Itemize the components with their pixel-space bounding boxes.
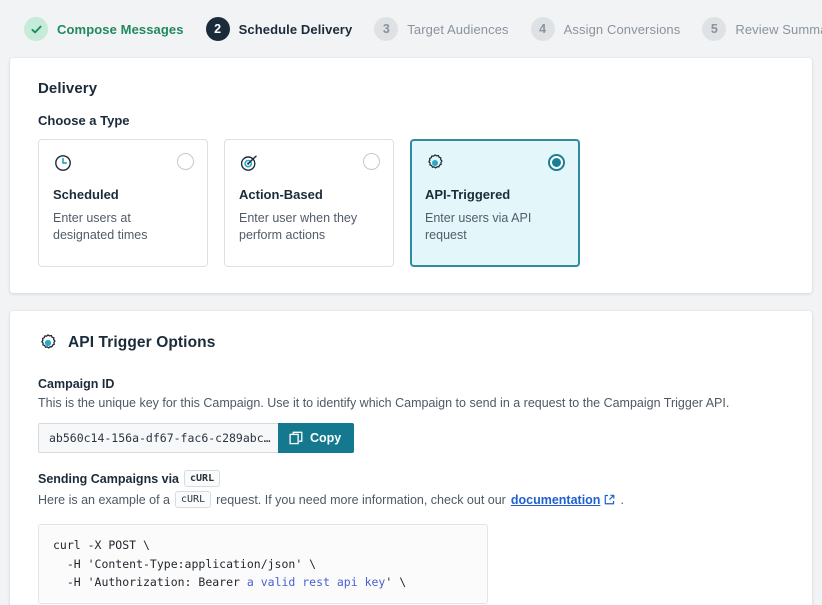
clock-icon <box>53 153 73 173</box>
campaign-id-label: Campaign ID <box>38 377 784 391</box>
type-name-api-triggered: API-Triggered <box>425 187 565 202</box>
step-label-assign-conversions: Assign Conversions <box>564 22 681 37</box>
example-suffix-text: . <box>620 493 623 507</box>
external-link-icon <box>604 494 615 505</box>
step-label-target-audiences: Target Audiences <box>407 22 508 37</box>
example-middle-text: request. If you need more information, c… <box>216 493 506 507</box>
curl-example-description: Here is an example of a cURL request. If… <box>38 491 784 508</box>
type-name-action-based: Action-Based <box>239 187 379 202</box>
code-line-3-suffix: ' \ <box>385 575 406 589</box>
curl-pill-inline: cURL <box>175 491 211 508</box>
sending-campaigns-heading: Sending Campaigns via cURL <box>38 470 784 487</box>
step-1-check-icon <box>24 17 48 41</box>
step-assign-conversions[interactable]: 4 Assign Conversions <box>521 17 693 41</box>
delivery-type-options: Scheduled Enter users at designated time… <box>38 139 784 267</box>
documentation-link[interactable]: documentation <box>511 493 616 507</box>
step-2-number: 2 <box>206 17 230 41</box>
campaign-id-help-text: This is the unique key for this Campaign… <box>38 394 784 412</box>
type-name-scheduled: Scheduled <box>53 187 193 202</box>
type-desc-scheduled: Enter users at designated times <box>53 210 193 244</box>
example-prefix-text: Here is an example of a <box>38 493 170 507</box>
delivery-card: Delivery Choose a Type Scheduled Enter u… <box>10 58 812 293</box>
documentation-link-label: documentation <box>511 493 601 507</box>
copy-button-label: Copy <box>310 431 341 445</box>
step-review-summary[interactable]: 5 Review Summary <box>692 17 822 41</box>
step-target-audiences[interactable]: 3 Target Audiences <box>364 17 520 41</box>
step-4-number: 4 <box>531 17 555 41</box>
code-line-3-prefix: -H 'Authorization: Bearer <box>53 575 247 589</box>
copy-button[interactable]: Copy <box>278 423 354 453</box>
radio-api-triggered[interactable] <box>548 154 565 171</box>
copy-icon <box>289 431 303 445</box>
type-card-api-triggered[interactable]: API-Triggered Enter users via API reques… <box>410 139 580 267</box>
delivery-title: Delivery <box>38 80 784 97</box>
campaign-id-input[interactable]: ab560c14-156a-df67-fac6-c289abc… <box>38 423 278 453</box>
step-label-compose-messages: Compose Messages <box>57 22 184 37</box>
type-card-action-based[interactable]: Action-Based Enter user when they perfor… <box>224 139 394 267</box>
radio-action-based[interactable] <box>363 153 380 170</box>
api-trigger-options-card: API Trigger Options Campaign ID This is … <box>10 311 812 605</box>
sending-campaigns-prefix: Sending Campaigns via <box>38 472 179 486</box>
radio-scheduled[interactable] <box>177 153 194 170</box>
code-api-key-placeholder: a valid rest api key <box>247 575 385 589</box>
type-desc-action-based: Enter user when they perform actions <box>239 210 379 244</box>
curl-code-block[interactable]: curl -X POST \ -H 'Content-Type:applicat… <box>38 524 488 604</box>
curl-pill-heading: cURL <box>184 470 220 487</box>
campaign-id-copy-row: ab560c14-156a-df67-fac6-c289abc… Copy <box>38 423 784 453</box>
api-trigger-options-header: API Trigger Options <box>38 333 784 353</box>
api-trigger-options-title: API Trigger Options <box>68 334 215 352</box>
step-5-number: 5 <box>702 17 726 41</box>
step-label-review-summary: Review Summary <box>735 22 822 37</box>
type-card-scheduled[interactable]: Scheduled Enter users at designated time… <box>38 139 208 267</box>
gear-icon <box>38 333 58 353</box>
target-icon <box>239 153 259 173</box>
gear-icon <box>425 153 445 173</box>
step-label-schedule-delivery: Schedule Delivery <box>239 22 353 37</box>
code-line-1: curl -X POST \ <box>53 538 150 552</box>
wizard-stepper: Compose Messages 2 Schedule Delivery 3 T… <box>0 0 822 58</box>
code-line-2: -H 'Content-Type:application/json' \ <box>53 557 316 571</box>
type-desc-api-triggered: Enter users via API request <box>425 210 565 244</box>
choose-type-label: Choose a Type <box>38 113 784 128</box>
step-3-number: 3 <box>374 17 398 41</box>
step-schedule-delivery[interactable]: 2 Schedule Delivery <box>196 17 365 41</box>
step-compose-messages[interactable]: Compose Messages <box>14 17 196 41</box>
